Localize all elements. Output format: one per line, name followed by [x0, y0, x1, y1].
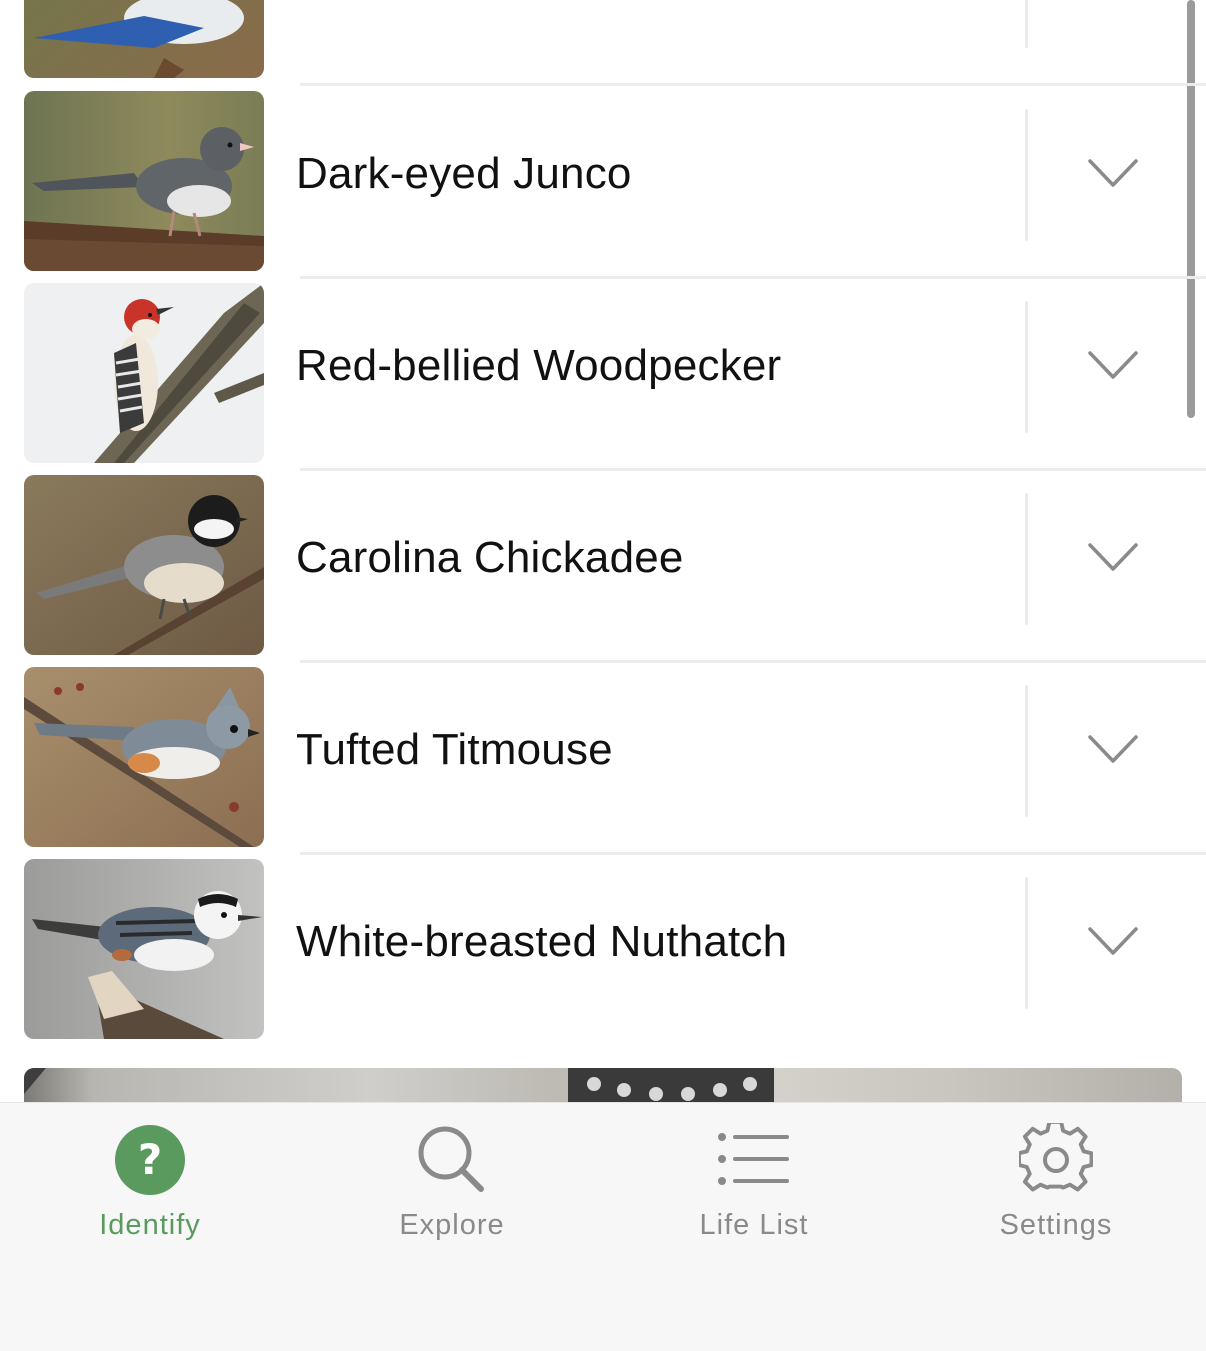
list-item-partial[interactable] [0, 0, 1206, 90]
bird-name: Tufted Titmouse [296, 725, 613, 774]
list-item-white-breasted-nuthatch[interactable]: White-breasted Nuthatch [0, 859, 1206, 1051]
list-icon [717, 1123, 791, 1197]
list-item-carolina-chickadee[interactable]: Carolina Chickadee [0, 475, 1206, 667]
row-divider [1025, 877, 1028, 1009]
list-item-dark-eyed-junco[interactable]: Dark-eyed Junco [0, 91, 1206, 283]
bird-name: Red-bellied Woodpecker [296, 341, 782, 390]
bird-photo-chickadee [24, 475, 264, 655]
search-icon [415, 1123, 489, 1197]
bird-photo-blue-jay [24, 0, 264, 78]
bird-name: Carolina Chickadee [296, 533, 684, 582]
row-separator [300, 852, 1206, 855]
row-divider [1025, 493, 1028, 625]
bird-photo-titmouse [24, 667, 264, 847]
row-separator [300, 83, 1206, 86]
row-divider [1025, 0, 1028, 48]
chevron-down-icon[interactable] [1084, 919, 1142, 967]
row-separator [300, 660, 1206, 663]
tab-label: Identify [99, 1209, 201, 1241]
gear-icon [1017, 1119, 1094, 1197]
row-divider [1025, 685, 1028, 817]
row-separator [300, 276, 1206, 279]
question-circle-icon: ? [113, 1123, 187, 1197]
row-divider [1025, 301, 1028, 433]
chevron-down-icon[interactable] [1084, 343, 1142, 391]
bird-list-screen: Dark-eyed Junco Red-bellied Woodpecker C… [0, 0, 1206, 1351]
chevron-down-icon[interactable] [1084, 727, 1142, 775]
list-item-tufted-titmouse[interactable]: Tufted Titmouse [0, 667, 1206, 859]
bird-name: White-breasted Nuthatch [296, 917, 788, 966]
list-item-red-bellied-woodpecker[interactable]: Red-bellied Woodpecker [0, 283, 1206, 475]
tab-label: Settings [999, 1209, 1113, 1241]
row-separator [300, 468, 1206, 471]
bird-photo-nuthatch [24, 859, 264, 1039]
bird-name: Dark-eyed Junco [296, 149, 632, 198]
chevron-down-icon[interactable] [1084, 535, 1142, 583]
tab-label: Explore [399, 1209, 505, 1241]
tab-life-list[interactable]: Life List [634, 1103, 874, 1263]
tab-identify[interactable]: ? Identify [30, 1103, 270, 1263]
tab-bar: ? Identify Explore Life List Settings [0, 1102, 1206, 1351]
chevron-down-icon[interactable] [1084, 151, 1142, 199]
tab-settings[interactable]: Settings [936, 1103, 1176, 1263]
tab-label: Life List [699, 1209, 809, 1241]
row-divider [1025, 109, 1028, 241]
tab-explore[interactable]: Explore [332, 1103, 572, 1263]
bird-photo-junco [24, 91, 264, 271]
bird-photo-woodpecker [24, 283, 264, 463]
